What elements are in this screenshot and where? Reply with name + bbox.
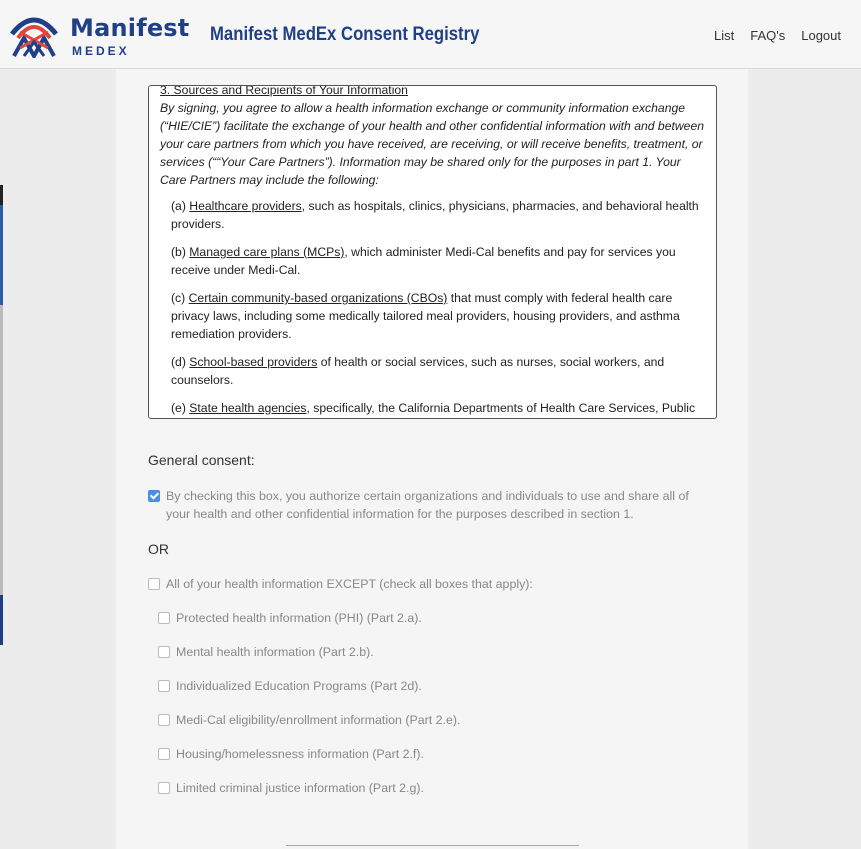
- except-criminal-justice-label: Limited criminal justice information (Pa…: [176, 781, 424, 795]
- except-housing-checkbox[interactable]: [158, 748, 170, 760]
- list-item: (b) Managed care plans (MCPs), which adm…: [171, 245, 676, 277]
- general-consent-text: By checking this box, you authorize cert…: [166, 489, 689, 521]
- except-phi-label: Protected health information (PHI) (Part…: [176, 611, 422, 625]
- except-mental-health-checkbox[interactable]: [158, 646, 170, 658]
- list-item: (d) School-based providers of health or …: [171, 355, 665, 387]
- general-consent-checkbox[interactable]: [148, 490, 160, 502]
- list-item: (a) Healthcare providers, such as hospit…: [171, 199, 699, 231]
- except-medi-cal-label: Medi-Cal eligibility/enrollment informat…: [176, 713, 461, 727]
- nav-logout-link[interactable]: Logout: [801, 28, 841, 43]
- nav-list-link[interactable]: List: [714, 28, 734, 43]
- except-iep-checkbox[interactable]: [158, 680, 170, 692]
- manifest-logo-icon: [10, 17, 58, 58]
- general-consent-label: General consent:: [148, 452, 255, 468]
- term-link[interactable]: School-based providers: [189, 355, 317, 369]
- nav-faq-link[interactable]: FAQ's: [750, 28, 785, 43]
- except-checkbox[interactable]: [148, 578, 160, 590]
- list-item: (c) Certain community-based organization…: [171, 291, 680, 341]
- term-link[interactable]: State health agencies: [189, 401, 306, 415]
- or-label: OR: [148, 541, 169, 557]
- except-option-text: All of your health information EXCEPT (c…: [166, 577, 533, 591]
- except-iep-label: Individualized Education Programs (Part …: [176, 679, 422, 693]
- left-edge-strip: [0, 185, 3, 645]
- except-housing-label: Housing/homelessness information (Part 2…: [176, 747, 424, 761]
- signature-line: [286, 845, 579, 846]
- app-header: Manifest MEDEX Manifest MedEx Consent Re…: [0, 0, 861, 69]
- except-medi-cal-checkbox[interactable]: [158, 714, 170, 726]
- except-phi-checkbox[interactable]: [158, 612, 170, 624]
- top-nav: List FAQ's Logout: [698, 28, 841, 43]
- consent-text-scrollbox[interactable]: 3. Sources and Recipients of Your Inform…: [148, 85, 717, 419]
- logo-name: Manifest: [70, 14, 190, 42]
- term-link[interactable]: Healthcare providers: [189, 199, 301, 213]
- except-criminal-justice-checkbox[interactable]: [158, 782, 170, 794]
- except-mental-health-label: Mental health information (Part 2.b).: [176, 645, 374, 659]
- list-item: (e) State health agencies, specifically,…: [171, 401, 696, 415]
- section-heading: 3. Sources and Recipients of Your Inform…: [160, 85, 408, 97]
- app-title: Manifest MedEx Consent Registry: [210, 24, 480, 45]
- term-link[interactable]: Managed care plans (MCPs): [189, 245, 344, 259]
- term-link[interactable]: Certain community-based organizations (C…: [189, 291, 448, 305]
- logo-subtitle: MEDEX: [72, 44, 130, 58]
- section-intro: By signing, you agree to allow a health …: [160, 101, 705, 187]
